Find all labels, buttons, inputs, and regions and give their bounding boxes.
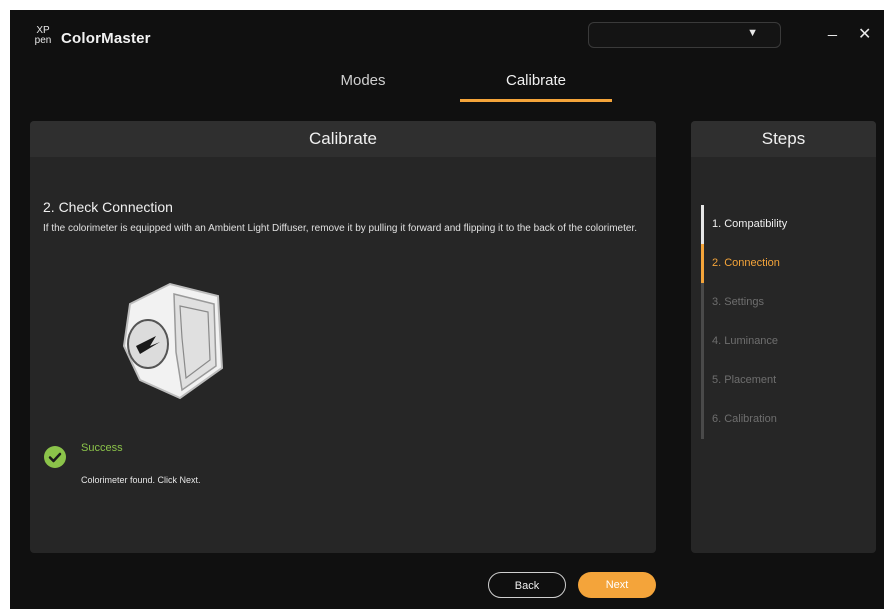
status-title: Success (81, 442, 123, 454)
title-bar: XP pen ColorMaster ▼ _ ✕ (10, 10, 884, 70)
calibrate-panel: Calibrate 2. Check Connection If the col… (30, 121, 656, 553)
mode-tabs: Modes Calibrate (10, 72, 884, 106)
xppen-logo: XP pen (34, 25, 52, 46)
steps-panel: Steps 1. Compatibility 2. Connection 3. … (691, 121, 876, 553)
steps-progress-current (701, 244, 704, 283)
tab-modes[interactable]: Modes (300, 72, 426, 102)
status-message: Colorimeter found. Click Next. (81, 475, 201, 485)
step-placement: 5. Placement (712, 374, 777, 386)
device-select[interactable]: ▼ (588, 22, 781, 48)
chevron-down-icon: ▼ (747, 27, 758, 39)
colorimeter-illustration (122, 282, 224, 400)
next-button[interactable]: Next (578, 572, 656, 598)
step-luminance: 4. Luminance (712, 335, 779, 347)
app-title: ColorMaster (61, 30, 151, 47)
step-calibration: 6. Calibration (712, 413, 777, 425)
back-button[interactable]: Back (488, 572, 566, 598)
active-tab-indicator (460, 99, 612, 102)
success-check-icon (44, 446, 66, 468)
app-window: XP pen ColorMaster ▼ _ ✕ Modes Calibrate … (10, 10, 884, 609)
minimize-button[interactable]: _ (828, 20, 837, 38)
step-compatibility: 1. Compatibility (712, 218, 788, 230)
steps-panel-header: Steps (691, 121, 876, 157)
steps-list: 1. Compatibility 2. Connection 3. Settin… (701, 205, 871, 439)
step-settings: 3. Settings (712, 296, 764, 308)
step-title: 2. Check Connection (43, 199, 173, 215)
close-button[interactable]: ✕ (858, 24, 871, 44)
step-connection: 2. Connection (712, 257, 780, 269)
instruction-text: If the colorimeter is equipped with an A… (43, 223, 638, 234)
steps-progress-done (701, 205, 704, 244)
calibrate-panel-header: Calibrate (30, 121, 656, 157)
tab-calibrate[interactable]: Calibrate (460, 72, 612, 102)
